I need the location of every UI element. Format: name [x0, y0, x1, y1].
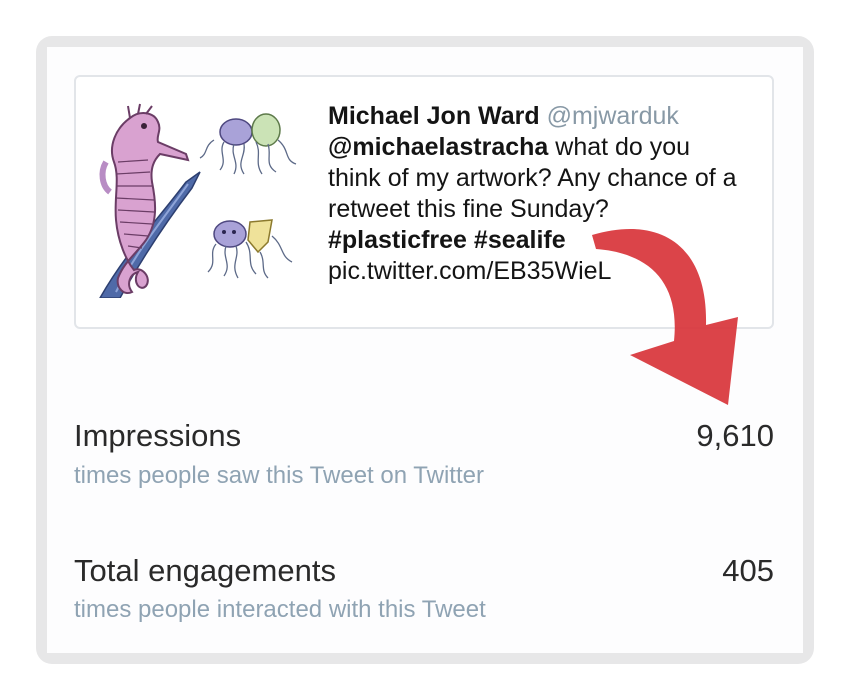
engagements-description: times people interacted with this Tweet	[74, 596, 486, 623]
hashtag-sealife[interactable]: #sealife	[474, 226, 566, 254]
engagements-value: 405	[722, 553, 774, 588]
tweet-image[interactable]	[96, 102, 304, 298]
media-link[interactable]: pic.twitter.com/EB35WieL	[328, 257, 611, 285]
impressions-description: times people saw this Tweet on Twitter	[74, 462, 484, 489]
author-name[interactable]: Michael Jon Ward	[328, 102, 540, 130]
engagements-label: Total engagements	[74, 553, 336, 588]
impressions-label: Impressions	[74, 418, 242, 453]
author-handle[interactable]: @mjwarduk	[547, 102, 679, 130]
red-arrow-icon	[592, 229, 738, 405]
impressions-value: 9,610	[696, 418, 774, 453]
hashtag-plasticfree[interactable]: #plasticfree	[328, 226, 467, 254]
mention-link[interactable]: @michaelastracha	[328, 133, 548, 161]
